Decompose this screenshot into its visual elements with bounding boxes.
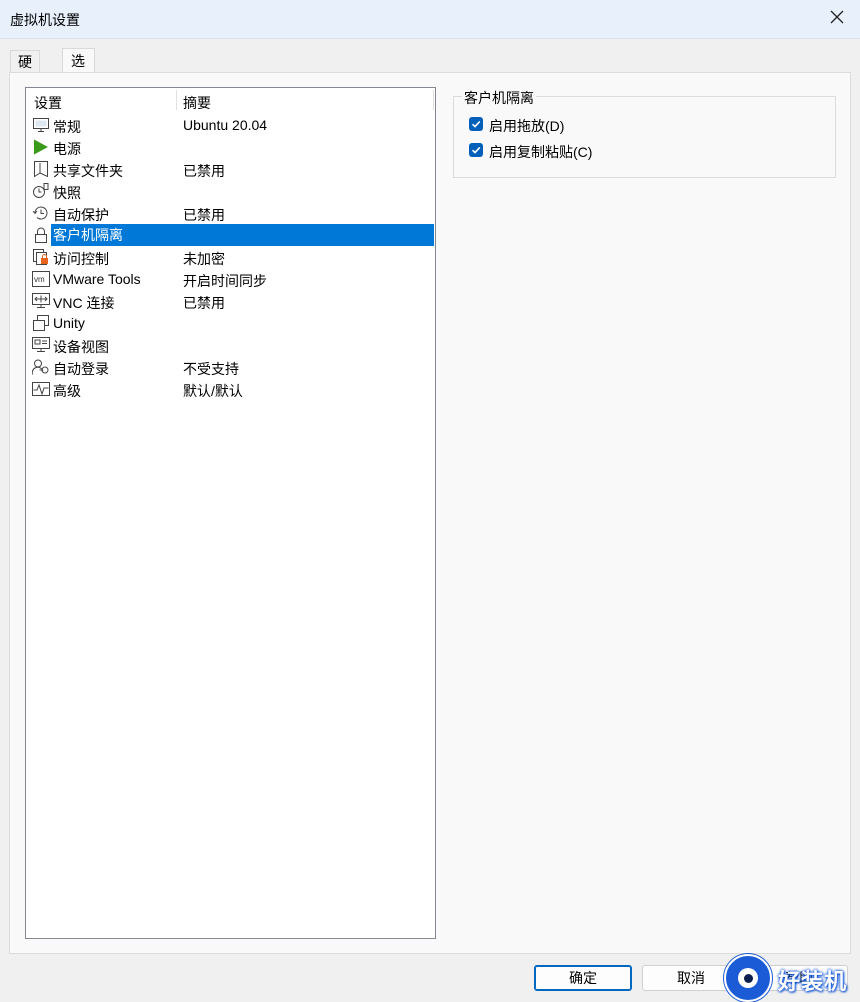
title-bar: 虚拟机设置: [0, 0, 860, 39]
column-header-summary[interactable]: 摘要: [183, 93, 211, 113]
list-item-label: VNC 连接: [53, 295, 115, 311]
list-item-label: 高级: [53, 383, 81, 399]
checkbox-label[interactable]: 启用拖放(D): [489, 116, 564, 136]
list-item-summary: 已禁用: [183, 163, 225, 179]
lock-icon: [32, 227, 50, 243]
list-item-label: VMware Tools: [53, 271, 141, 287]
ok-button[interactable]: 确定: [534, 965, 632, 991]
autologin-icon: [32, 359, 50, 375]
shared-folder-icon: [32, 161, 50, 177]
clock-history-icon: [32, 205, 50, 221]
list-item-label: 客户机隔离: [51, 224, 434, 246]
list-item-label: 访问控制: [53, 251, 109, 267]
list-item-vnc[interactable]: VNC 连接 已禁用: [26, 290, 435, 312]
list-item-label: 电源: [53, 141, 81, 157]
checkbox-label[interactable]: 启用复制粘贴(C): [489, 142, 592, 162]
list-item-label: 自动保护: [53, 207, 109, 223]
close-icon[interactable]: [828, 8, 846, 26]
list-item-label: 自动登录: [53, 361, 109, 377]
list-item-label: 设备视图: [53, 339, 109, 355]
checkmark-icon[interactable]: [469, 117, 483, 131]
column-divider[interactable]: [433, 90, 434, 110]
list-item-vmware-tools[interactable]: vm VMware Tools 开启时间同步: [26, 268, 435, 290]
list-item-general[interactable]: 常规 Ubuntu 20.04: [26, 114, 435, 136]
eye-logo-icon: [724, 954, 772, 1002]
list-item-label: 快照: [53, 185, 81, 201]
tab-options[interactable]: 选项: [62, 48, 95, 93]
list-item-shared-folders[interactable]: 共享文件夹 已禁用: [26, 158, 435, 180]
column-divider[interactable]: [176, 90, 177, 110]
list-item-summary: 开启时间同步: [183, 273, 267, 289]
settings-list[interactable]: 设置 摘要 常规 Ubuntu 20.04 电源 共享文件夹 已禁用 快照 自动…: [25, 87, 436, 939]
vmware-tools-icon: vm: [32, 271, 50, 287]
list-item-unity[interactable]: Unity: [26, 312, 435, 334]
column-header-settings[interactable]: 设置: [34, 93, 62, 113]
list-item-label: 常规: [53, 119, 81, 135]
list-item-summary: 未加密: [183, 251, 225, 267]
list-item-advanced[interactable]: 高级 默认/默认: [26, 378, 435, 400]
list-item-autologin[interactable]: 自动登录 不受支持: [26, 356, 435, 378]
list-item-summary: 默认/默认: [183, 383, 243, 399]
advanced-icon: [32, 381, 50, 397]
list-item-summary: 已禁用: [183, 295, 225, 311]
list-header: 设置 摘要: [26, 88, 435, 112]
power-play-icon: [32, 139, 50, 155]
list-item-access-control[interactable]: 访问控制 未加密: [26, 246, 435, 268]
watermark-text: 好装机: [778, 969, 848, 994]
isolation-group-title: 客户机隔离: [462, 88, 536, 108]
svg-text:vm: vm: [34, 275, 45, 284]
list-item-summary: Ubuntu 20.04: [183, 117, 268, 133]
checkmark-icon[interactable]: [469, 143, 483, 157]
list-item-label: Unity: [53, 315, 85, 331]
isolation-groupbox: [453, 96, 836, 178]
tab-hardware[interactable]: 硬件: [10, 50, 40, 92]
list-item-summary: 不受支持: [183, 361, 239, 377]
device-view-icon: [32, 337, 50, 353]
list-item-power[interactable]: 电源: [26, 136, 435, 158]
watermark-logo: 好装机: [722, 952, 860, 1002]
list-item-device-view[interactable]: 设备视图: [26, 334, 435, 356]
list-item-autoprotect[interactable]: 自动保护 已禁用: [26, 202, 435, 224]
monitor-icon: [32, 117, 50, 133]
list-item-label: 共享文件夹: [53, 163, 123, 179]
access-control-icon: [32, 249, 50, 265]
snapshot-icon: [32, 183, 50, 199]
list-item-summary: 已禁用: [183, 207, 225, 223]
window-title: 虚拟机设置: [10, 12, 80, 28]
unity-icon: [32, 315, 50, 331]
list-item-isolation[interactable]: 客户机隔离: [26, 224, 435, 246]
vnc-icon: [32, 293, 50, 309]
list-item-snapshots[interactable]: 快照: [26, 180, 435, 202]
